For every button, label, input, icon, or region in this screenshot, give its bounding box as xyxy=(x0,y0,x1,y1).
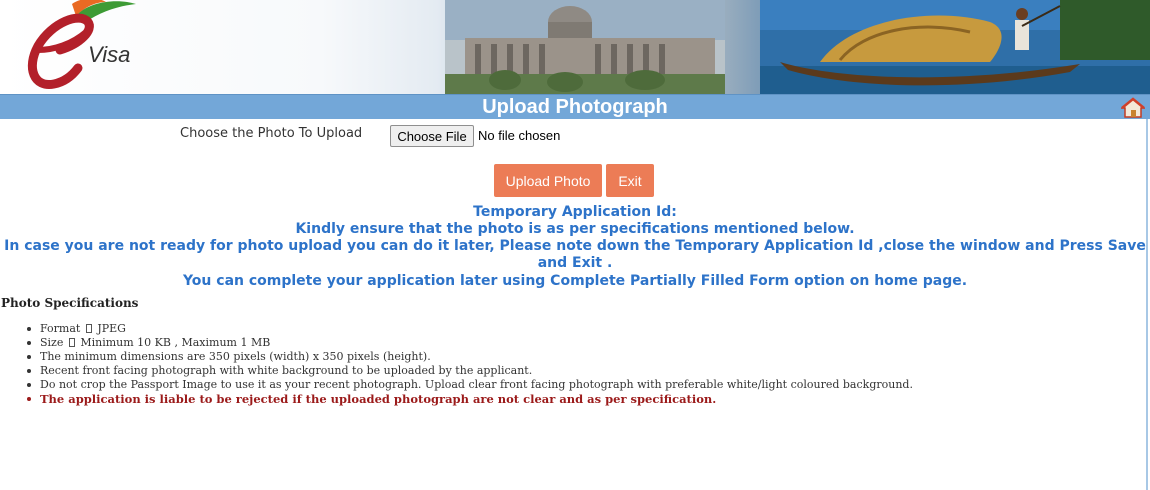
svg-text:Visa: Visa xyxy=(88,42,130,67)
spec-item-crop: Do not crop the Passport Image to use it… xyxy=(24,378,1134,392)
spec-item-format: Format JPEG xyxy=(24,322,1134,336)
spec-reminder: Kindly ensure that the photo is as per s… xyxy=(295,221,855,237)
photo-specifications-list: Format JPEG Size Minimum 10 KB , Maximum… xyxy=(24,322,1134,406)
spec-format-value: JPEG xyxy=(97,322,126,335)
exit-button[interactable]: Exit xyxy=(606,164,654,197)
spec-size-value: Minimum 10 KB , Maximum 1 MB xyxy=(80,336,271,349)
header-banner: Visa xyxy=(0,0,1150,94)
evisa-logo: Visa xyxy=(27,0,136,89)
temporary-application-id: Temporary Application Id: xyxy=(473,204,677,220)
page-title: Upload Photograph xyxy=(482,96,668,118)
spec-format-label: Format xyxy=(40,322,81,335)
spec-size-label: Size xyxy=(40,336,64,349)
missing-glyph-icon xyxy=(68,338,75,347)
complete-later-hint: You can complete your application later … xyxy=(182,273,968,289)
home-icon[interactable] xyxy=(1121,97,1145,118)
spec-item-background: Recent front facing photograph with whit… xyxy=(24,364,1134,378)
upload-photo-button[interactable]: Upload Photo xyxy=(494,164,602,197)
photo-upload-label: Choose the Photo To Upload xyxy=(180,126,363,141)
spec-item-dimensions: The minimum dimensions are 350 pixels (w… xyxy=(24,350,1134,364)
building-image xyxy=(445,0,725,94)
spec-item-size: Size Minimum 10 KB , Maximum 1 MB xyxy=(24,336,1134,350)
file-status-text: No file chosen xyxy=(478,128,561,143)
houseboat-image xyxy=(760,0,1150,94)
page-title-bar: Upload Photograph xyxy=(0,94,1150,119)
missing-glyph-icon xyxy=(85,324,92,333)
photo-specifications-heading: Photo Specifications xyxy=(1,296,139,310)
choose-file-button[interactable]: Choose File xyxy=(390,125,474,147)
spec-rejection-warning: The application is liable to be rejected… xyxy=(24,392,1134,406)
save-later-instructions: In case you are not ready for photo uplo… xyxy=(4,238,1146,271)
